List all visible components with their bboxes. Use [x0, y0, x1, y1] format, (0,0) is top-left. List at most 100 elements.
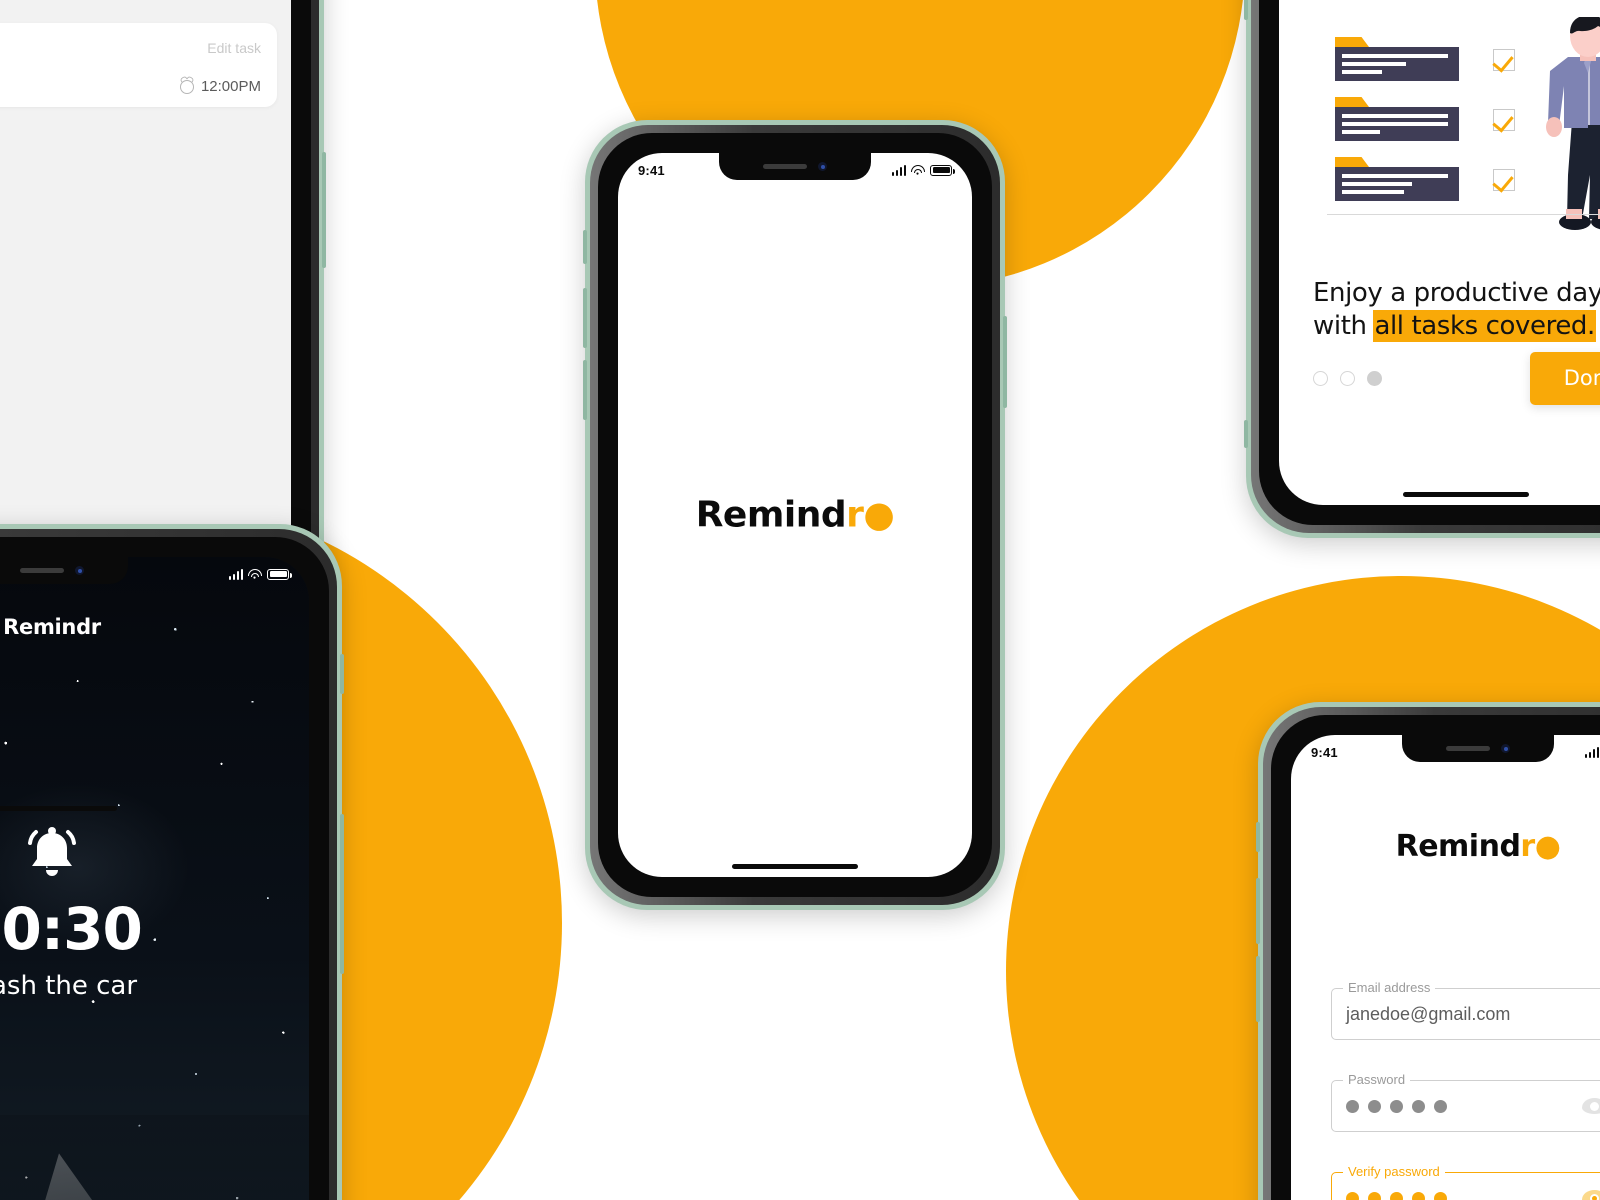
- mute-switch[interactable]: [1256, 822, 1260, 852]
- phone-frame-inner: 9:41 Remindr●: [590, 125, 1000, 905]
- home-indicator[interactable]: [0, 806, 117, 811]
- pagination-dot-2[interactable]: [1340, 371, 1355, 386]
- illustration-ground-line: [1327, 213, 1600, 215]
- frame-accent-right: [340, 654, 344, 694]
- task-card[interactable]: Check LinkedIn Edit task Remove 12:00PM: [0, 23, 277, 107]
- illustration-note-1: [1335, 37, 1459, 81]
- illustration-checkbox-1: [1493, 49, 1515, 71]
- email-field[interactable]: Email address janedoe@gmail.com: [1331, 980, 1600, 1040]
- volume-down-button[interactable]: [1256, 956, 1260, 1022]
- alarm-task-title: Wash the car: [0, 971, 138, 1001]
- illustration-checkbox-3: [1493, 169, 1515, 191]
- phone-mockup-signup: 9:41 Remindr● Email address janedoe@gmai…: [1256, 702, 1600, 1200]
- cellular-signal-icon: [1584, 746, 1599, 758]
- power-button[interactable]: [1003, 316, 1007, 408]
- phone-mockup-alarm: 9:41 Remindr: [0, 524, 344, 1200]
- app-logo-wordmark: Remindr●: [1331, 829, 1600, 864]
- phone-mockup-onboarding: Enjoy a productive day with all tasks co…: [1244, 0, 1600, 538]
- headline-line-2-prefix: with: [1313, 311, 1375, 342]
- logo-text-accent: r: [846, 494, 864, 536]
- phone-frame: 9:41 Remindr: [0, 524, 344, 1200]
- task-time-value: 12:00PM: [200, 78, 261, 95]
- volume-up-button[interactable]: [1256, 878, 1260, 944]
- phone-frame: 9:41 Remindr●: [1256, 702, 1600, 1200]
- wifi-icon: [911, 164, 925, 177]
- ringing-bell-icon: [0, 825, 309, 885]
- phone-bezel: 9:41 Remindr●: [1271, 715, 1600, 1200]
- phone-frame: Enjoy a productive day with all tasks co…: [1244, 0, 1600, 538]
- verify-password-masked-value: [1346, 1191, 1447, 1200]
- status-time: 9:41: [1311, 744, 1338, 760]
- logo-text-dark: Remind: [695, 494, 847, 536]
- phone-screen: 9:41 Remindr●: [1291, 735, 1600, 1200]
- volume-down-button[interactable]: [1244, 0, 1248, 20]
- password-field[interactable]: Password: [1331, 1072, 1600, 1132]
- alarm-time: 10:30: [0, 895, 143, 963]
- phone-screen: 9:41 Remindr: [0, 557, 309, 1200]
- battery-icon: [930, 164, 955, 176]
- illustration-person: [1546, 17, 1600, 230]
- verify-password-field[interactable]: Verify password: [1331, 1164, 1600, 1200]
- pagination-dots[interactable]: [1313, 371, 1382, 386]
- email-field-label: Email address: [1343, 980, 1436, 995]
- earpiece-speaker: [763, 164, 807, 169]
- illustration-note-3: [1335, 157, 1459, 201]
- logo-text-dark: Remind: [1395, 829, 1521, 864]
- edit-task-link[interactable]: Edit task: [207, 40, 261, 56]
- front-camera: [818, 162, 827, 171]
- earpiece-speaker: [1446, 746, 1490, 751]
- phone-screen: Enjoy a productive day with all tasks co…: [1279, 0, 1600, 505]
- power-button[interactable]: [340, 814, 344, 974]
- eye-icon[interactable]: [1582, 1190, 1600, 1200]
- wifi-icon: [248, 568, 262, 581]
- status-time: 9:41: [638, 162, 665, 178]
- pagination-dot-1[interactable]: [1313, 371, 1328, 386]
- onboarding-headline: Enjoy a productive day with all tasks co…: [1313, 277, 1600, 344]
- volume-up-button[interactable]: [583, 288, 587, 348]
- illustration-note-2: [1335, 97, 1459, 141]
- phone-frame-inner: 9:41 Remindr●: [1263, 707, 1600, 1200]
- logo-text-accent: r: [1520, 829, 1535, 864]
- password-field-label: Password: [1343, 1072, 1411, 1087]
- person-with-checklist-illustration: [1313, 17, 1600, 231]
- alarm-clock-icon: [179, 79, 194, 94]
- cellular-signal-icon: [891, 164, 906, 176]
- ticked-off-tasks-row[interactable]: 5 ticked off tasks: [0, 107, 291, 141]
- home-indicator[interactable]: [1403, 492, 1529, 497]
- password-masked-value: [1346, 1099, 1447, 1113]
- eye-icon[interactable]: [1582, 1098, 1600, 1114]
- frame-accent-left: [1244, 420, 1248, 448]
- pagination-dot-3-active[interactable]: [1367, 371, 1382, 386]
- front-camera: [1501, 744, 1510, 753]
- alarm-brand-wordmark: Remindr: [3, 615, 101, 639]
- front-camera: [75, 566, 84, 575]
- phone-mockup-splash: 9:41 Remindr●: [583, 120, 1007, 910]
- phone-frame-inner: Enjoy a productive day with all tasks co…: [1251, 0, 1600, 533]
- headline-highlight: all tasks covered.: [1374, 311, 1595, 342]
- mute-switch[interactable]: [583, 230, 587, 264]
- power-button[interactable]: [322, 152, 326, 268]
- phone-frame: 9:41 Remindr●: [583, 120, 1007, 910]
- home-indicator[interactable]: [732, 864, 858, 869]
- task-time: 12:00PM: [179, 78, 261, 95]
- volume-down-button[interactable]: [583, 360, 587, 420]
- phone-notch: [1402, 735, 1554, 762]
- phone-frame-inner: 9:41 Remindr: [0, 529, 337, 1200]
- mockup-canvas: Check LinkedIn Edit task Remove 12:00PM: [0, 0, 1600, 1200]
- earpiece-speaker: [20, 568, 64, 573]
- cellular-signal-icon: [228, 568, 243, 580]
- battery-icon: [267, 568, 292, 580]
- done-button[interactable]: Done: [1529, 352, 1600, 405]
- mountain-silhouette: [0, 1115, 309, 1200]
- phone-bezel: Enjoy a productive day with all tasks co…: [1259, 0, 1600, 525]
- logo-dot: ●: [1534, 829, 1561, 864]
- headline-line-1: Enjoy a productive day: [1313, 278, 1600, 308]
- phone-bezel: 9:41 Remindr●: [598, 133, 992, 897]
- email-field-value: janedoe@gmail.com: [1346, 1003, 1511, 1024]
- phone-notch: [0, 557, 128, 584]
- phone-screen: 9:41 Remindr●: [618, 153, 972, 877]
- phone-notch: [719, 153, 871, 180]
- phone-bezel: 9:41 Remindr: [0, 537, 329, 1200]
- verify-password-field-label: Verify password: [1343, 1164, 1445, 1179]
- illustration-checkbox-2: [1493, 109, 1515, 131]
